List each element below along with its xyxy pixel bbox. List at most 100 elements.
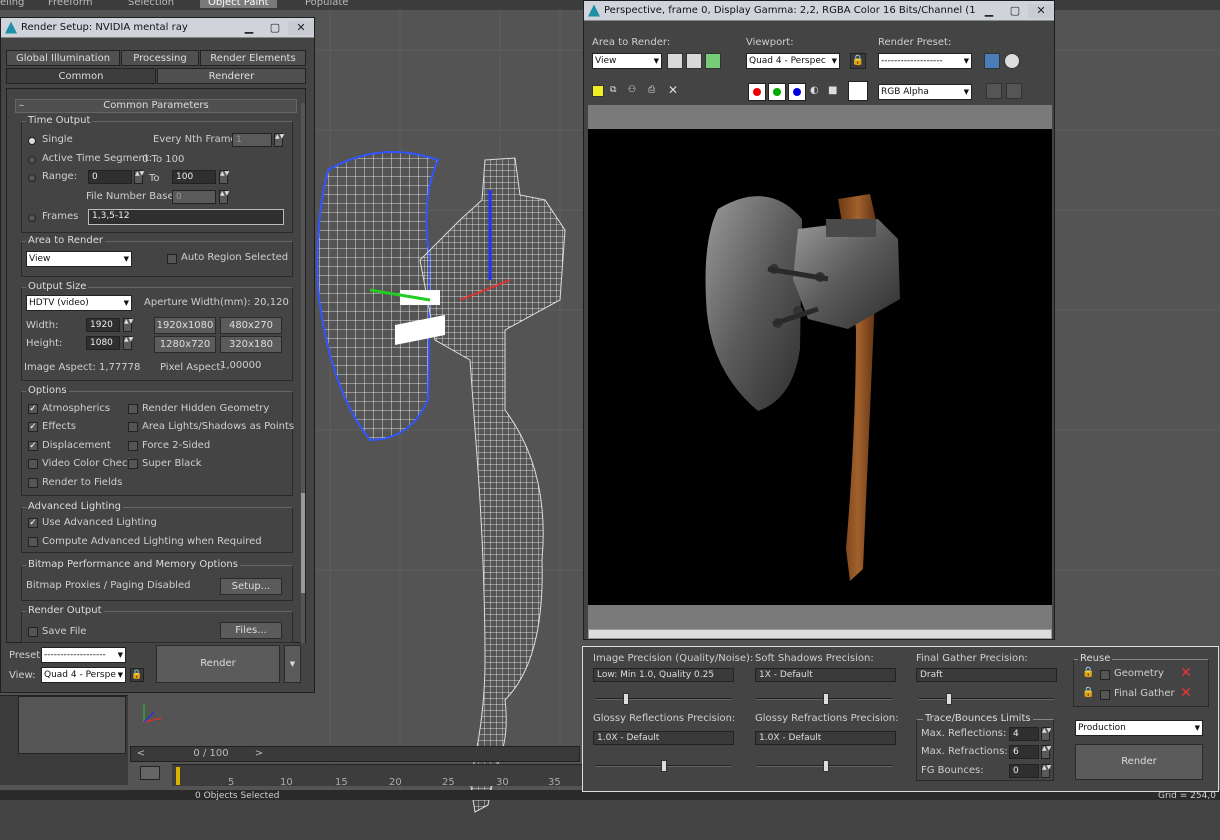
maximize-icon[interactable]: ▢	[1002, 4, 1028, 18]
glossy-reflections-slider[interactable]	[595, 760, 731, 772]
clear-image-icon[interactable]: ✕	[668, 83, 682, 97]
mr-render-button[interactable]: Render	[1075, 744, 1203, 780]
every-nth-field[interactable]: 1	[232, 133, 272, 147]
ribbon-tab-populate[interactable]: Populate	[305, 0, 348, 8]
render-button[interactable]: Render	[156, 645, 280, 683]
glossy-refractions-field[interactable]: 1.0X - Default	[755, 731, 896, 745]
rollout-scrollbar[interactable]	[301, 103, 305, 643]
reuse-geometry-checkbox[interactable]	[1100, 670, 1110, 680]
active-segment-radio[interactable]	[28, 156, 36, 164]
fg-bounces-field[interactable]: 0	[1009, 764, 1039, 778]
swatch[interactable]	[848, 81, 868, 101]
spinner[interactable]: ▲▼	[274, 133, 284, 147]
preset-320x180-button[interactable]: 320x180	[220, 336, 282, 353]
spinner[interactable]: ▲▼	[1041, 745, 1051, 759]
save-image-icon[interactable]	[592, 85, 604, 97]
preset-480x270-button[interactable]: 480x270	[220, 317, 282, 334]
track-bar[interactable]: 5 10 15 20 25 30 35	[172, 764, 582, 788]
collapse-icon[interactable]: –	[19, 100, 24, 112]
vfb-horizontal-scrollbar[interactable]	[588, 629, 1052, 639]
edit-region-icon[interactable]	[667, 53, 683, 69]
image-precision-slider[interactable]	[595, 693, 731, 705]
final-gather-slider[interactable]	[918, 693, 1054, 705]
image-precision-field[interactable]: Low: Min 1.0, Quality 0.25	[593, 668, 734, 682]
vfb-titlebar[interactable]: Perspective, frame 0, Display Gamma: 2,2…	[584, 1, 1054, 21]
super-black-checkbox[interactable]	[128, 459, 138, 469]
axe-wireframe-model[interactable]	[310, 140, 610, 840]
close-icon[interactable]: ✕	[288, 20, 314, 35]
tab-common[interactable]: Common	[6, 68, 156, 84]
height-field[interactable]: 1080	[86, 336, 120, 350]
ribbon-tab-freeform[interactable]: Freeform	[48, 0, 93, 8]
rendered-image[interactable]	[588, 129, 1052, 605]
spinner[interactable]: ▲▼	[123, 318, 133, 332]
blue-channel-toggle[interactable]	[788, 83, 806, 101]
minimize-icon[interactable]: ▁	[976, 4, 1002, 18]
tab-processing[interactable]: Processing	[121, 50, 199, 66]
max-reflections-field[interactable]: 4	[1009, 727, 1039, 741]
setup-button[interactable]: Setup...	[220, 578, 282, 595]
vfb-area-dropdown[interactable]: View	[592, 53, 662, 69]
render-mode-dropdown-icon[interactable]: ▼	[284, 645, 301, 683]
spinner[interactable]: ▲▼	[134, 170, 144, 184]
reuse-final-gather-checkbox[interactable]	[1100, 690, 1110, 700]
single-radio[interactable]	[28, 137, 36, 145]
lock-final-gather-icon[interactable]: 🔒	[1082, 687, 1096, 701]
clone-frame-icon[interactable]: ⚇	[628, 85, 642, 97]
time-slider[interactable]: < 0 / 100 >	[130, 746, 580, 762]
render-hidden-geometry-checkbox[interactable]	[128, 404, 138, 414]
auto-region-checkbox[interactable]	[167, 254, 177, 264]
save-file-checkbox[interactable]	[28, 627, 38, 637]
tab-render-elements[interactable]: Render Elements	[200, 50, 306, 66]
area-dropdown[interactable]: View	[26, 251, 132, 267]
production-dropdown[interactable]: Production	[1075, 720, 1203, 736]
copy-image-icon[interactable]: ⧉	[610, 85, 622, 97]
environment-effects-icon[interactable]	[1004, 53, 1020, 69]
slider-right-arrow[interactable]: >	[253, 748, 265, 760]
file-base-field[interactable]: 0	[172, 190, 216, 204]
timeline-config-icon[interactable]	[140, 766, 160, 780]
use-advanced-lighting-checkbox[interactable]: ✓	[28, 518, 38, 528]
spinner[interactable]: ▲▼	[1041, 764, 1051, 778]
glossy-refractions-slider[interactable]	[757, 760, 893, 772]
soft-shadows-slider[interactable]	[757, 693, 893, 705]
common-parameters-rollout[interactable]: – Common Parameters	[15, 99, 297, 113]
close-icon[interactable]: ✕	[1028, 3, 1054, 18]
render-setup-titlebar[interactable]: Render Setup: NVIDIA mental ray ▁ ▢ ✕	[1, 18, 314, 38]
slider-left-arrow[interactable]: <	[135, 748, 147, 760]
output-size-dropdown[interactable]: HDTV (video)	[26, 295, 132, 311]
auto-region-icon[interactable]	[686, 53, 702, 69]
compute-advanced-lighting-checkbox[interactable]	[28, 537, 38, 547]
ribbon-tab-modeling[interactable]: eling	[0, 0, 24, 8]
vfb-preset-dropdown[interactable]: -------------------	[878, 53, 972, 69]
spinner[interactable]: ▲▼	[219, 170, 229, 184]
preset-1280x720-button[interactable]: 1280x720	[154, 336, 216, 353]
range-to-field[interactable]: 100	[172, 170, 216, 184]
ribbon-tab-object-paint[interactable]: Object Paint	[200, 0, 277, 8]
channel-dropdown[interactable]: RGB Alpha	[878, 84, 972, 100]
files-button[interactable]: Files...	[220, 622, 282, 639]
width-field[interactable]: 1920	[86, 318, 120, 332]
video-color-check-checkbox[interactable]	[28, 459, 38, 469]
lock-geometry-icon[interactable]: 🔒	[1082, 667, 1096, 681]
range-radio[interactable]	[28, 174, 36, 182]
displacement-checkbox[interactable]: ✓	[28, 441, 38, 451]
tab-global-illumination[interactable]: Global Illumination	[6, 50, 120, 66]
toggle-ui-overlay-icon[interactable]	[986, 83, 1002, 99]
minimize-icon[interactable]: ▁	[236, 21, 262, 35]
green-channel-toggle[interactable]	[768, 83, 786, 101]
spinner[interactable]: ▲▼	[219, 190, 229, 204]
tab-renderer[interactable]: Renderer	[157, 68, 306, 84]
max-refractions-field[interactable]: 6	[1009, 745, 1039, 759]
maximize-icon[interactable]: ▢	[262, 21, 288, 35]
spinner[interactable]: ▲▼	[1041, 727, 1051, 741]
spinner[interactable]: ▲▼	[123, 336, 133, 350]
print-image-icon[interactable]: ⎙	[648, 85, 662, 97]
range-from-field[interactable]: 0	[88, 170, 132, 184]
red-channel-toggle[interactable]	[748, 83, 766, 101]
pixel-aspect-value[interactable]: 1,00000	[220, 360, 261, 371]
ribbon-tab-selection[interactable]: Selection	[128, 0, 174, 8]
atmospherics-checkbox[interactable]: ✓	[28, 404, 38, 414]
lock-icon[interactable]: 🔒	[130, 668, 144, 682]
area-lights-checkbox[interactable]	[128, 422, 138, 432]
